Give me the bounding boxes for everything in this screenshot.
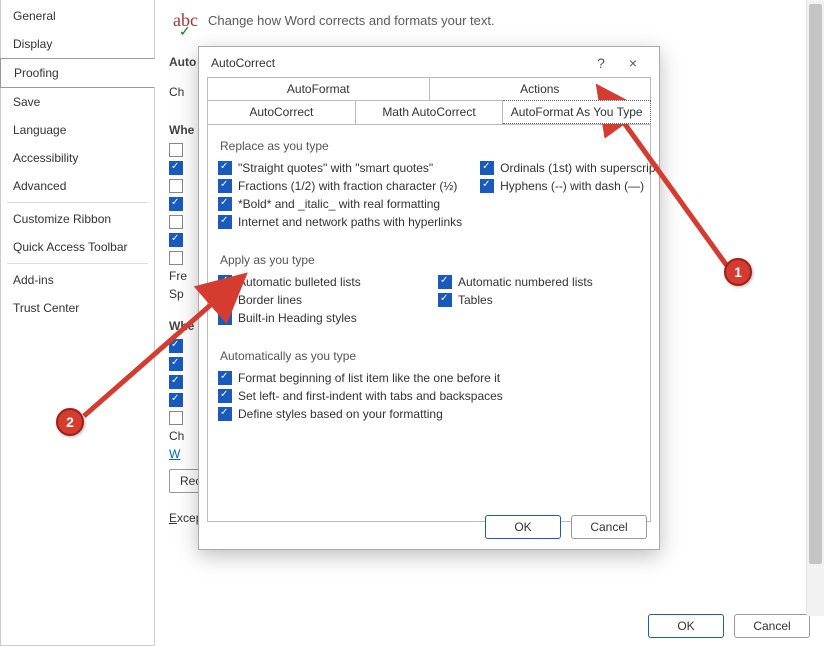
option-row: Fractions (1/2) with fraction character … xyxy=(218,177,462,195)
option-row: Ordinals (1st) with superscript xyxy=(480,159,659,177)
sidebar-separator xyxy=(7,202,148,203)
tab-autocorrect[interactable]: AutoCorrect xyxy=(207,100,356,124)
checkbox[interactable] xyxy=(169,357,183,371)
option-row: Hyphens (--) with dash (—) xyxy=(480,177,659,195)
checkbox[interactable] xyxy=(218,161,232,175)
tab-autoformat[interactable]: AutoFormat xyxy=(207,77,430,100)
option-label: Fractions (1/2) with fraction character … xyxy=(238,179,457,193)
option-label: Automatic bulleted lists xyxy=(238,275,361,289)
tab-autoformat-as-you-type[interactable]: AutoFormat As You Type xyxy=(503,100,651,124)
checkbox[interactable] xyxy=(169,233,183,247)
checkbox[interactable] xyxy=(218,197,232,211)
dialog-title: AutoCorrect xyxy=(211,56,275,70)
option-label: Define styles based on your formatting xyxy=(238,407,443,421)
checkbox[interactable] xyxy=(169,339,183,353)
sidebar-item-accessibility[interactable]: Accessibility xyxy=(1,144,154,172)
option-label: Ordinals (1st) with superscript xyxy=(500,161,659,175)
option-row: Internet and network paths with hyperlin… xyxy=(218,213,462,231)
dialog-cancel-button[interactable]: Cancel xyxy=(571,515,647,539)
checkbox[interactable] xyxy=(480,161,494,175)
sidebar-item-add-ins[interactable]: Add-ins xyxy=(1,266,154,294)
option-row: Built-in Heading styles xyxy=(218,309,420,327)
option-label: Format beginning of list item like the o… xyxy=(238,371,500,385)
checkbox[interactable] xyxy=(169,251,183,265)
checkbox[interactable] xyxy=(218,407,232,421)
option-row: Tables xyxy=(438,291,640,309)
option-row: Border lines xyxy=(218,291,420,309)
group-replace-label: Replace as you type xyxy=(220,139,640,153)
help-button[interactable]: ? xyxy=(585,55,617,71)
page-subtitle: Change how Word corrects and formats you… xyxy=(208,13,495,28)
option-row: *Bold* and _italic_ with real formatting xyxy=(218,195,462,213)
option-label: *Bold* and _italic_ with real formatting xyxy=(238,197,440,211)
option-label: Automatic numbered lists xyxy=(458,275,593,289)
option-label: Border lines xyxy=(238,293,302,307)
ok-button[interactable]: OK xyxy=(648,614,724,638)
checkbox[interactable] xyxy=(438,293,452,307)
close-button[interactable]: × xyxy=(617,55,649,71)
option-row: Define styles based on your formatting xyxy=(218,405,640,423)
tab-actions[interactable]: Actions xyxy=(430,77,652,100)
checkbox[interactable] xyxy=(169,375,183,389)
checkbox[interactable] xyxy=(218,389,232,403)
checkbox[interactable] xyxy=(480,179,494,193)
vertical-scrollbar[interactable] xyxy=(806,0,824,616)
sidebar-separator xyxy=(7,263,148,264)
group-apply-label: Apply as you type xyxy=(220,253,640,267)
option-label: Internet and network paths with hyperlin… xyxy=(238,215,462,229)
sidebar-item-language[interactable]: Language xyxy=(1,116,154,144)
sidebar-item-trust-center[interactable]: Trust Center xyxy=(1,294,154,322)
proofing-icon: abc xyxy=(169,10,198,31)
sidebar-item-save[interactable]: Save xyxy=(1,88,154,116)
checkbox[interactable] xyxy=(218,275,232,289)
option-label: Hyphens (--) with dash (—) xyxy=(500,179,644,193)
checkbox[interactable] xyxy=(218,371,232,385)
checkbox[interactable] xyxy=(169,197,183,211)
option-row: Automatic numbered lists xyxy=(438,273,640,291)
cancel-button[interactable]: Cancel xyxy=(734,614,810,638)
option-row: Automatic bulleted lists xyxy=(218,273,420,291)
option-label: Set left- and first-indent with tabs and… xyxy=(238,389,503,403)
tab-math-autocorrect[interactable]: Math AutoCorrect xyxy=(356,100,504,124)
writing-style-link[interactable]: W xyxy=(169,447,180,461)
autocorrect-dialog: AutoCorrect ? × AutoFormat Actions AutoC… xyxy=(198,46,660,550)
option-row: "Straight quotes" with "smart quotes" xyxy=(218,159,462,177)
scrollbar-thumb[interactable] xyxy=(809,4,822,564)
dialog-ok-button[interactable]: OK xyxy=(485,515,561,539)
options-sidebar: GeneralDisplayProofingSaveLanguageAccess… xyxy=(0,0,155,646)
option-label: Built-in Heading styles xyxy=(238,311,357,325)
checkbox[interactable] xyxy=(169,143,183,157)
group-auto-label: Automatically as you type xyxy=(220,349,640,363)
sidebar-item-customize-ribbon[interactable]: Customize Ribbon xyxy=(1,205,154,233)
checkbox[interactable] xyxy=(218,179,232,193)
sidebar-item-advanced[interactable]: Advanced xyxy=(1,172,154,200)
checkbox[interactable] xyxy=(218,293,232,307)
option-label: Tables xyxy=(458,293,493,307)
option-row: Set left- and first-indent with tabs and… xyxy=(218,387,640,405)
sidebar-item-display[interactable]: Display xyxy=(1,30,154,58)
option-label: "Straight quotes" with "smart quotes" xyxy=(238,161,433,175)
sidebar-item-general[interactable]: General xyxy=(1,2,154,30)
checkbox[interactable] xyxy=(169,393,183,407)
sidebar-item-proofing[interactable]: Proofing xyxy=(0,58,155,88)
checkbox[interactable] xyxy=(169,215,183,229)
checkbox[interactable] xyxy=(169,161,183,175)
checkbox[interactable] xyxy=(169,411,183,425)
sidebar-item-quick-access-toolbar[interactable]: Quick Access Toolbar xyxy=(1,233,154,261)
option-row: Format beginning of list item like the o… xyxy=(218,369,640,387)
checkbox[interactable] xyxy=(218,311,232,325)
checkbox[interactable] xyxy=(438,275,452,289)
checkbox[interactable] xyxy=(169,179,183,193)
checkbox[interactable] xyxy=(218,215,232,229)
